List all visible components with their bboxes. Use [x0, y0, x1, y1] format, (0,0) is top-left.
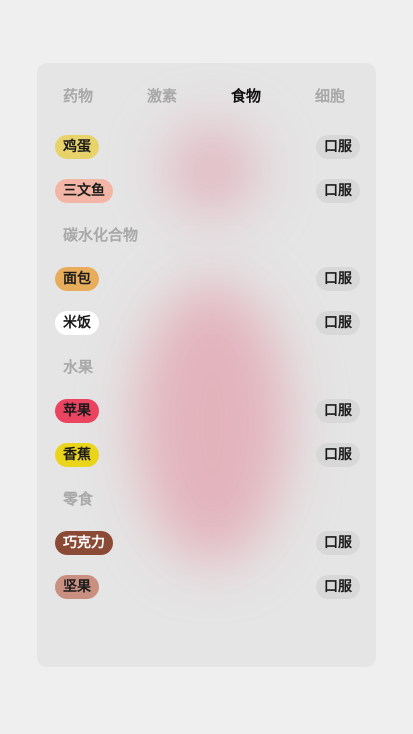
food-row: 鸡蛋 口服 — [37, 135, 376, 161]
route-button[interactable]: 口服 — [316, 531, 360, 555]
food-row: 面包 口服 — [37, 267, 376, 293]
food-row: 巧克力 口服 — [37, 531, 376, 557]
food-tag[interactable]: 三文鱼 — [55, 179, 113, 203]
food-tag[interactable]: 香蕉 — [55, 443, 99, 467]
food-tag[interactable]: 苹果 — [55, 399, 99, 423]
route-button[interactable]: 口服 — [316, 179, 360, 203]
group-header: 碳水化合物 — [63, 226, 139, 244]
route-button[interactable]: 口服 — [316, 135, 360, 159]
food-row: 米饭 口服 — [37, 311, 376, 337]
group-header: 水果 — [63, 358, 94, 376]
route-button[interactable]: 口服 — [316, 575, 360, 599]
food-row: 苹果 口服 — [37, 399, 376, 425]
food-row: 香蕉 口服 — [37, 443, 376, 469]
tab-food[interactable]: 食物 — [216, 83, 276, 109]
tab-hormones[interactable]: 激素 — [132, 83, 192, 109]
food-row: 三文鱼 口服 — [37, 179, 376, 205]
tab-drugs[interactable]: 药物 — [48, 83, 108, 109]
category-tabs: 药物 激素 食物 细胞 — [37, 83, 376, 109]
route-button[interactable]: 口服 — [316, 399, 360, 423]
food-tag[interactable]: 鸡蛋 — [55, 135, 99, 159]
food-row: 坚果 口服 — [37, 575, 376, 601]
route-button[interactable]: 口服 — [316, 311, 360, 335]
route-button[interactable]: 口服 — [316, 267, 360, 291]
food-tag[interactable]: 面包 — [55, 267, 99, 291]
group-header: 零食 — [63, 490, 94, 508]
tab-cells[interactable]: 细胞 — [300, 83, 360, 109]
food-tag[interactable]: 米饭 — [55, 311, 99, 335]
food-tag[interactable]: 坚果 — [55, 575, 99, 599]
food-tag[interactable]: 巧克力 — [55, 531, 113, 555]
route-button[interactable]: 口服 — [316, 443, 360, 467]
food-panel: 药物 激素 食物 细胞 鸡蛋 口服 三文鱼 口服 碳水化合物 面包 口服 米饭 口服 水果 苹果 口服… — [37, 63, 376, 667]
